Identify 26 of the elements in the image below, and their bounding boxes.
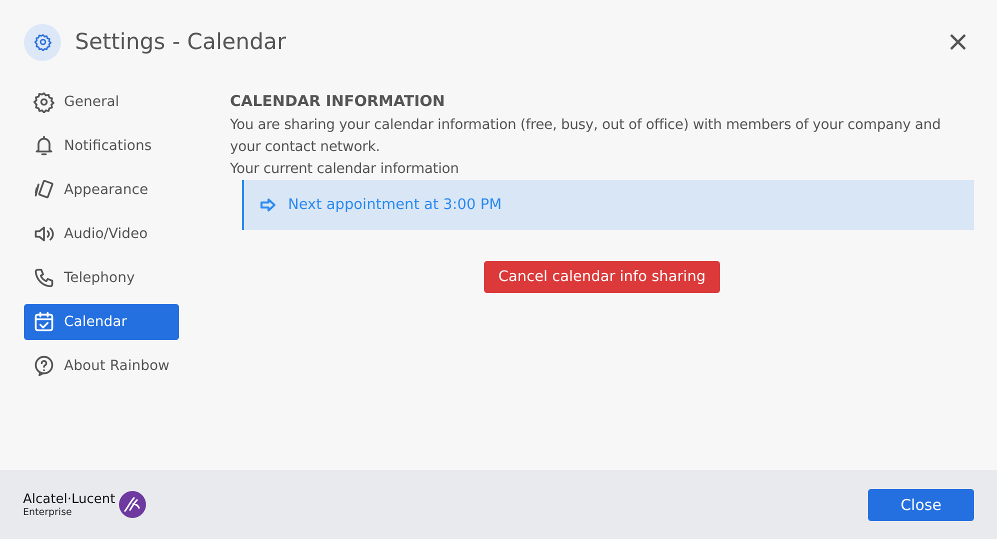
sidebar-item[interactable]: Audio/Video [24,216,179,252]
close-button[interactable]: Close [868,488,974,520]
sidebar-item[interactable]: Calendar [24,304,179,340]
phone-tilted-icon [33,179,55,201]
info-text: Next appointment at 3:00 PM [288,197,502,213]
help-icon [33,355,55,377]
info-label: Your current calendar information [230,160,460,179]
window-title: Settings - Calendar [75,30,288,54]
sidebar-item[interactable]: Telephony [24,260,179,296]
logo-subtext: Enterprise [23,506,73,518]
sidebar-item[interactable]: Notifications [24,128,179,164]
logo-text: Alcatel·Lucent [23,492,116,506]
sidebar-item[interactable]: General [24,84,179,120]
section-heading: CALENDAR INFORMATION [230,92,446,110]
phone-icon [33,267,55,289]
description-text: You are sharing your calendar information (free, busy, out of office) with members of your company and your contact network. [230,116,942,157]
close-icon[interactable] [949,33,967,51]
bell-icon [33,135,55,157]
cancel-sharing-button[interactable]: Cancel calendar info sharing [484,261,720,293]
logo-icon [119,491,146,518]
arrow-icon [260,198,276,212]
sidebar-item[interactable]: About Rainbow [24,348,179,384]
gear-icon [33,91,55,113]
settings-icon [24,24,61,60]
sidebar-item[interactable]: Appearance [24,172,179,208]
calendar-icon [33,311,55,333]
